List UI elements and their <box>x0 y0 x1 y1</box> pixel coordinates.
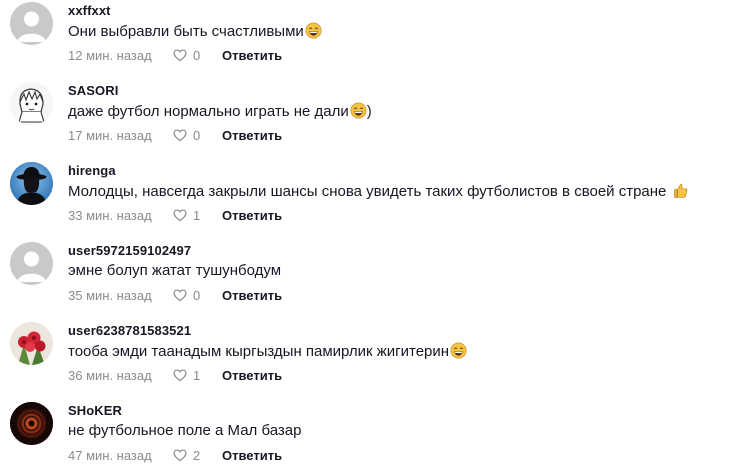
comment-text-body: не футбольное поле а Мал базар <box>68 422 302 439</box>
comment-text: Они выбравли быть счастливыми <box>68 22 322 40</box>
avatar[interactable] <box>10 2 53 45</box>
comment-item: SASORI даже футбол нормально играть не д… <box>0 80 740 160</box>
comment-text: даже футбол нормально играть не дали) <box>68 102 372 120</box>
comment-time: 33 мин. назад <box>68 207 152 223</box>
like-button[interactable]: 0 <box>172 47 205 63</box>
comment-item: SHoKER не футбольное поле а Мал базар 47… <box>0 400 740 471</box>
comment-meta: 17 мин. назад 0 Ответить <box>68 126 282 144</box>
comment-username[interactable]: user6238781583521 <box>68 323 191 338</box>
like-count: 1 <box>193 207 201 223</box>
comment-item: xxffxxt Они выбравли быть счастливыми 12… <box>0 0 740 80</box>
comment-time: 17 мин. назад <box>68 127 152 143</box>
comment-username[interactable]: user5972159102497 <box>68 243 191 258</box>
like-button[interactable]: 0 <box>172 127 205 143</box>
mask-character-avatar-icon <box>10 402 53 445</box>
like-count: 0 <box>193 47 201 63</box>
avatar[interactable] <box>10 162 53 205</box>
heart-icon <box>173 449 187 462</box>
default-avatar-icon <box>10 242 53 285</box>
comment-item: user6238781583521 тооба эмди таанадым кы… <box>0 320 740 400</box>
comment-text: Молодцы, навсегда закрыли шансы снова ув… <box>68 182 689 200</box>
like-count: 2 <box>193 447 201 463</box>
heart-icon <box>173 289 187 302</box>
like-count: 0 <box>193 287 201 303</box>
comment-text-body: Молодцы, навсегда закрыли шансы снова ув… <box>68 183 671 200</box>
like-button[interactable]: 1 <box>172 207 205 223</box>
comment-item: user5972159102497 эмне болуп жатат тушун… <box>0 240 740 320</box>
sketch-character-avatar-icon <box>10 82 53 125</box>
laughing-emoji-icon <box>305 22 322 39</box>
reply-button[interactable]: Ответить <box>222 448 282 463</box>
heart-icon <box>173 49 187 62</box>
comment-username[interactable]: SHoKER <box>68 403 122 418</box>
laughing-emoji-icon <box>350 102 367 119</box>
thumbs-up-emoji-icon <box>673 184 687 198</box>
reply-button[interactable]: Ответить <box>222 368 282 383</box>
heart-icon <box>173 129 187 142</box>
avatar[interactable] <box>10 82 53 125</box>
comment-text-body: Они выбравли быть счастливыми <box>68 23 304 40</box>
comment-meta: 47 мин. назад 2 Ответить <box>68 446 282 464</box>
heart-icon <box>173 209 187 222</box>
reply-button[interactable]: Ответить <box>222 288 282 303</box>
comment-text: эмне болуп жатат тушунбодум <box>68 262 281 279</box>
flowers-avatar-icon <box>10 322 53 365</box>
like-button[interactable]: 1 <box>172 367 205 383</box>
default-avatar-icon <box>10 2 53 45</box>
comment-time: 35 мин. назад <box>68 287 152 303</box>
comment-time: 36 мин. назад <box>68 367 152 383</box>
comment-username[interactable]: xxffxxt <box>68 3 111 18</box>
reply-button[interactable]: Ответить <box>222 48 282 63</box>
like-count: 1 <box>193 367 201 383</box>
reply-button[interactable]: Ответить <box>222 128 282 143</box>
comment-username[interactable]: SASORI <box>68 83 118 98</box>
comment-text-body: эмне болуп жатат тушунбодум <box>68 262 282 279</box>
comment-time: 47 мин. назад <box>68 447 152 463</box>
laughing-emoji-icon <box>450 342 467 359</box>
comment-item: hirenga Молодцы, навсегда закрыли шансы … <box>0 160 740 240</box>
comment-text-body: тооба эмди таанадым кыргыздын памирлик ж… <box>68 343 450 360</box>
silhouette-hat-avatar-icon <box>10 162 53 205</box>
comment-text: тооба эмди таанадым кыргыздын памирлик ж… <box>68 342 467 360</box>
comment-username[interactable]: hirenga <box>68 163 116 178</box>
reply-button[interactable]: Ответить <box>222 208 282 223</box>
avatar[interactable] <box>10 402 53 445</box>
avatar[interactable] <box>10 242 53 285</box>
comment-text-body: даже футбол нормально играть не дали <box>68 103 349 120</box>
avatar[interactable] <box>10 322 53 365</box>
comment-meta: 35 мин. назад 0 Ответить <box>68 286 282 304</box>
comment-meta: 36 мин. назад 1 Ответить <box>68 366 282 384</box>
comment-meta: 12 мин. назад 0 Ответить <box>68 46 282 64</box>
like-button[interactable]: 2 <box>172 447 205 463</box>
comment-time: 12 мин. назад <box>68 47 152 63</box>
comment-list: xxffxxt Они выбравли быть счастливыми 12… <box>0 0 740 471</box>
comment-meta: 33 мин. назад 1 Ответить <box>68 206 282 224</box>
comment-text: не футбольное поле а Мал базар <box>68 422 301 439</box>
heart-icon <box>173 369 187 382</box>
comment-text-suffix: ) <box>366 103 372 120</box>
like-count: 0 <box>193 127 201 143</box>
like-button[interactable]: 0 <box>172 287 205 303</box>
